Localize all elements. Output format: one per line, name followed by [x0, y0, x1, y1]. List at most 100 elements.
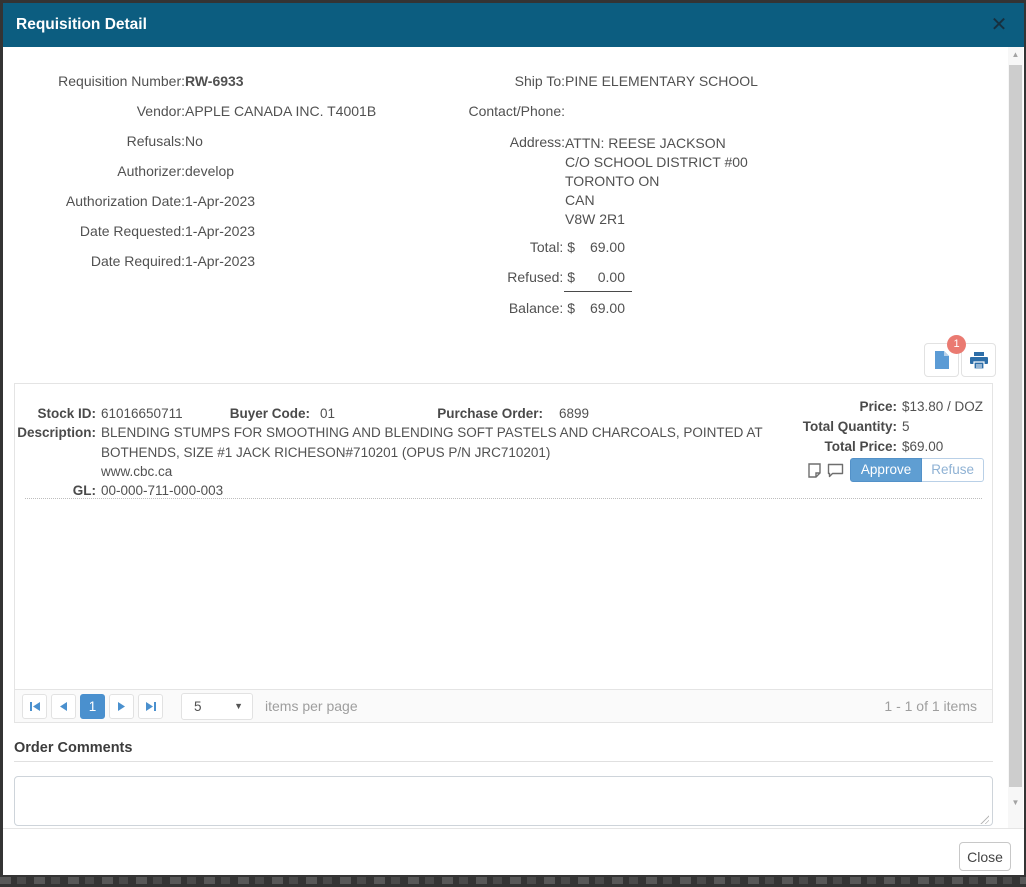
field-label: Refusals: [3, 133, 185, 150]
total-price-value: $69.00 [902, 437, 994, 457]
address-line: C/O SCHOOL DISTRICT #00 [565, 153, 748, 172]
seek-first-icon[interactable] [22, 694, 47, 719]
purchase-order-value: 6899 [559, 404, 589, 423]
next-page-icon[interactable] [109, 694, 134, 719]
quantity-value: 5 [902, 417, 994, 437]
field-label: Authorizer: [3, 163, 185, 180]
contact-phone-row: Contact/Phone: [430, 103, 565, 120]
modal-titlebar: Requisition Detail ✕ [3, 3, 1024, 47]
item-description-row: Description: BLENDING STUMPS FOR SMOOTHI… [15, 423, 803, 481]
price-value: $13.80 / DOZ [902, 397, 994, 417]
page-size-dropdown[interactable]: 5 ▼ [181, 693, 253, 720]
line-item-details: Stock ID: 61016650711 Buyer Code: 01 Pur… [15, 404, 803, 500]
field-value: APPLE CANADA INC. T4001B [185, 103, 376, 120]
attachment-count-badge: 1 [947, 335, 966, 354]
address-line: V8W 2R1 [565, 210, 748, 229]
stock-id-value: 61016650711 [101, 406, 183, 421]
vendor-row: Vendor: APPLE CANADA INC. T4001B [3, 103, 376, 120]
quantity-row: Total Quantity: 5 [795, 417, 994, 437]
approve-button[interactable]: Approve [850, 458, 922, 482]
refused-row: Refused: $ 0.00 [430, 269, 625, 286]
item-row-separator [25, 498, 982, 499]
totals-sum-rule [564, 291, 632, 292]
comment-bubble-icon[interactable] [827, 463, 844, 478]
requisition-detail-modal: Requisition Detail ✕ Requisition Number:… [3, 3, 1024, 875]
line-items-grid: Stock ID: 61016650711 Buyer Code: 01 Pur… [14, 383, 993, 723]
field-value: 1-Apr-2023 [185, 223, 255, 240]
order-comments-divider [14, 761, 993, 762]
refused-value: 0.00 [575, 269, 625, 286]
field-value: 1-Apr-2023 [185, 193, 255, 210]
total-label: Total: $ [430, 239, 575, 256]
refuse-button[interactable]: Refuse [922, 458, 984, 482]
scroll-up-icon[interactable]: ▲ [1008, 47, 1023, 63]
address-lines: ATTN: REESE JACKSON C/O SCHOOL DISTRICT … [565, 134, 748, 229]
total-price-label: Total Price: [795, 437, 902, 457]
balance-label: Balance: $ [430, 300, 575, 317]
dimmed-page-text [0, 877, 1026, 884]
description-text: BLENDING STUMPS FOR SMOOTHING AND BLENDI… [101, 423, 798, 462]
pager-range-label: 1 - 1 of 1 items [884, 698, 977, 714]
modal-scrollbar[interactable]: ▲ ▼ [1008, 47, 1023, 828]
printer-icon [970, 352, 988, 369]
balance-row: Balance: $ 69.00 [430, 300, 625, 317]
authorization-date-row: Authorization Date: 1-Apr-2023 [3, 193, 255, 210]
line-item-actions: Approve Refuse [808, 458, 984, 482]
document-icon [934, 351, 950, 370]
quantity-label: Total Quantity: [795, 417, 902, 437]
field-label: Requisition Number: [3, 73, 185, 90]
address-line: TORONTO ON [565, 172, 748, 191]
page-number-button[interactable]: 1 [80, 694, 105, 719]
field-value: develop [185, 163, 234, 180]
field-label: Date Required: [3, 253, 185, 270]
price-label: Price: [795, 397, 902, 417]
refusals-row: Refusals: No [3, 133, 203, 150]
print-button[interactable] [961, 343, 996, 377]
line-item-pricing: Price: $13.80 / DOZ Total Quantity: 5 To… [795, 397, 994, 457]
field-label: Authorization Date: [3, 193, 185, 210]
field-value: PINE ELEMENTARY SCHOOL [565, 73, 758, 90]
order-comments-input[interactable] [14, 776, 993, 826]
total-row: Total: $ 69.00 [430, 239, 625, 256]
close-icon[interactable]: ✕ [984, 3, 1014, 47]
description-label: Description: [15, 423, 101, 481]
scroll-down-icon[interactable]: ▼ [1008, 795, 1023, 811]
balance-value: 69.00 [575, 300, 625, 317]
order-comments-heading: Order Comments [14, 740, 132, 756]
modal-title: Requisition Detail [16, 3, 147, 47]
total-value: 69.00 [575, 239, 625, 256]
requisition-number-row: Requisition Number: RW-6933 [3, 73, 244, 90]
total-price-row: Total Price: $69.00 [795, 437, 994, 457]
field-label: Date Requested: [3, 223, 185, 240]
item-ids-row: Stock ID: 61016650711 Buyer Code: 01 Pur… [15, 404, 803, 423]
field-value: RW-6933 [185, 73, 244, 90]
grid-pager: 1 5 ▼ items per page 1 - 1 of 1 items [15, 689, 992, 722]
buyer-code-value: 01 [320, 404, 335, 423]
field-value: No [185, 133, 203, 150]
prev-page-icon[interactable] [51, 694, 76, 719]
address-row: Address: [430, 134, 565, 151]
field-label: Vendor: [3, 103, 185, 120]
chevron-down-icon: ▼ [234, 694, 243, 719]
price-row: Price: $13.80 / DOZ [795, 397, 994, 417]
buyer-code-label: Buyer Code: [205, 404, 310, 423]
seek-last-icon[interactable] [138, 694, 163, 719]
description-url: www.cbc.ca [101, 462, 803, 481]
date-required-row: Date Required: 1-Apr-2023 [3, 253, 255, 270]
footer-divider [3, 828, 1024, 829]
field-label: Address: [430, 134, 565, 151]
refused-label: Refused: $ [430, 269, 575, 286]
close-button[interactable]: Close [959, 842, 1011, 871]
purchase-order-label: Purchase Order: [385, 404, 543, 423]
address-line: ATTN: REESE JACKSON [565, 134, 748, 153]
address-line: CAN [565, 191, 748, 210]
scrollbar-thumb[interactable] [1009, 65, 1022, 787]
authorizer-row: Authorizer: develop [3, 163, 234, 180]
field-label: Ship To: [430, 73, 565, 90]
note-icon[interactable] [808, 463, 821, 478]
ship-to-row: Ship To: PINE ELEMENTARY SCHOOL [430, 73, 758, 90]
page-size-value: 5 [194, 694, 202, 719]
items-per-page-label: items per page [265, 698, 358, 714]
field-value: 1-Apr-2023 [185, 253, 255, 270]
field-label: Contact/Phone: [430, 103, 565, 120]
